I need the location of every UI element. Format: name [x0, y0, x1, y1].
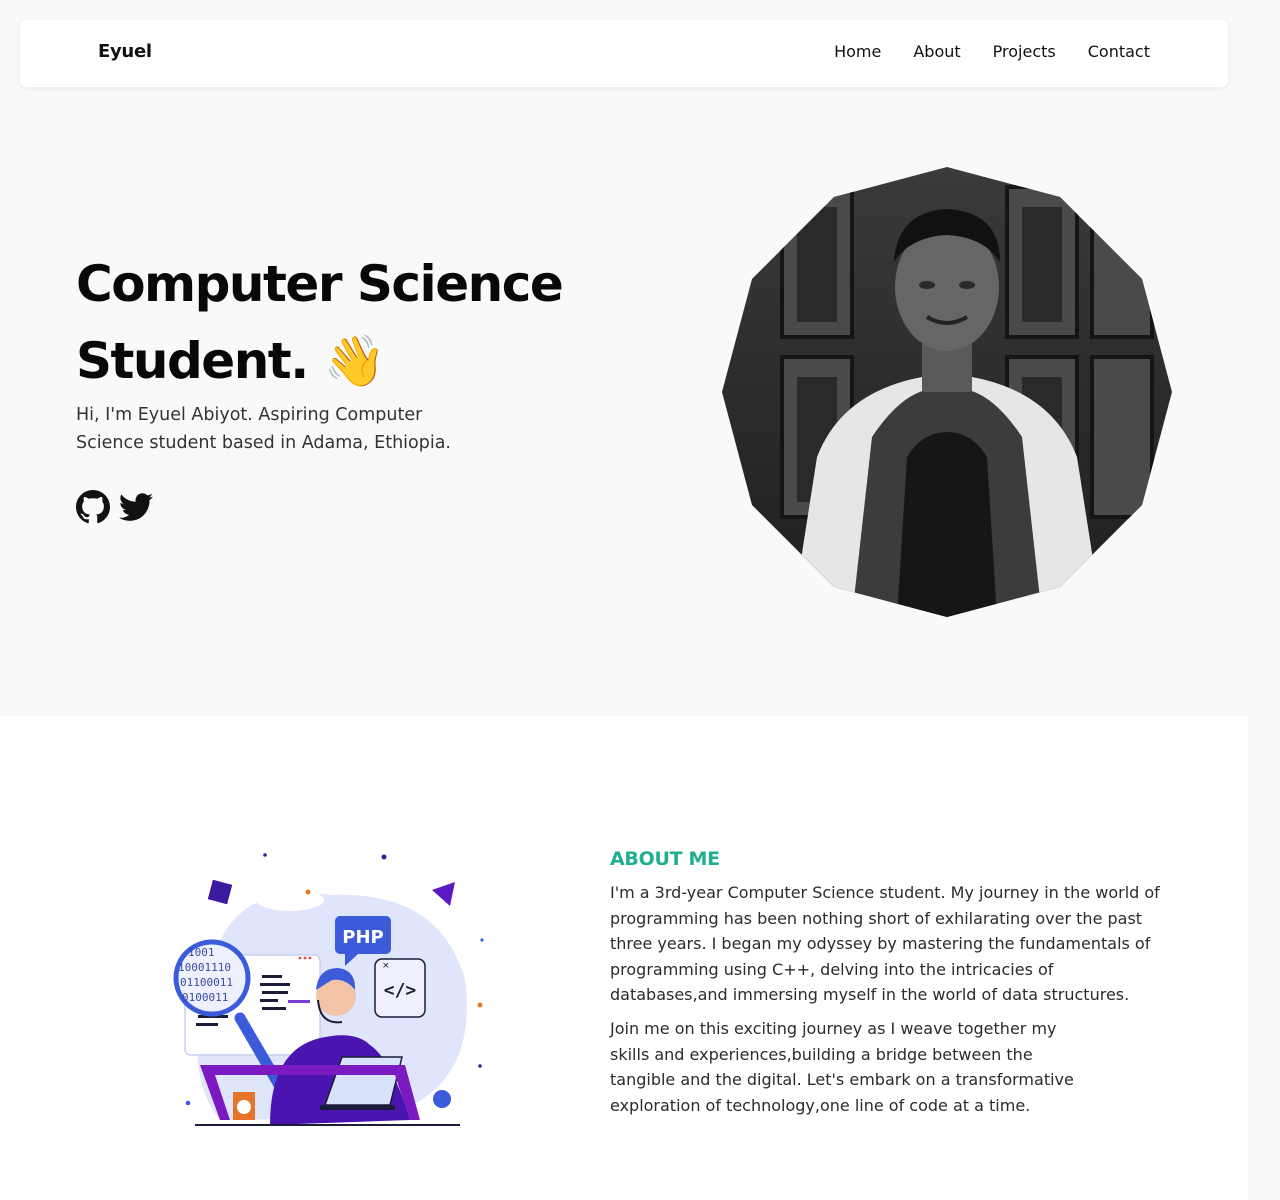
profile-photo [722, 167, 1172, 617]
navbar: Eyuel Home About Projects Contact [20, 20, 1228, 87]
nav-link-home[interactable]: Home [834, 42, 881, 61]
wave-icon: 👋 [323, 332, 386, 390]
code-label: </> [384, 980, 417, 1001]
binary-line-2: 10001110 [178, 961, 231, 974]
social-links [76, 490, 153, 524]
binary-line-3: 01100011 [180, 976, 233, 989]
about-paragraph-2: Join me on this exciting journey as I we… [610, 1018, 1074, 1115]
about-heading: ABOUT ME [610, 848, 720, 870]
twitter-icon[interactable] [119, 490, 153, 524]
nav-link-about[interactable]: About [913, 42, 960, 61]
nav-link-projects[interactable]: Projects [993, 42, 1056, 61]
hero-title: Computer Science Student. 👋 [76, 246, 596, 400]
about-text: ABOUT ME I'm a 3rd-year Computer Science… [610, 848, 1165, 1126]
nav-link-contact[interactable]: Contact [1088, 42, 1150, 61]
site-logo[interactable]: Eyuel [98, 41, 152, 62]
php-label: PHP [342, 927, 383, 948]
binary-line-1: 1001 [188, 946, 215, 959]
developer-illustration: 1001 10001110 01100011 0100011 PHP × </> [173, 853, 484, 1126]
binary-line-4: 0100011 [182, 991, 228, 1004]
about-paragraph-1: I'm a 3rd-year Computer Science student.… [610, 883, 1160, 1005]
svg-text:×: × [382, 961, 390, 971]
about-section: 1001 10001110 01100011 0100011 PHP × </>… [0, 716, 1248, 1200]
hero-title-line1: Computer Science [76, 255, 564, 313]
nav-links: Home About Projects Contact [834, 42, 1150, 61]
hero-title-line2: Student. [76, 332, 309, 390]
hero-subtitle: Hi, I'm Eyuel Abiyot. Aspiring Computer … [76, 405, 451, 453]
github-icon[interactable] [76, 490, 110, 524]
